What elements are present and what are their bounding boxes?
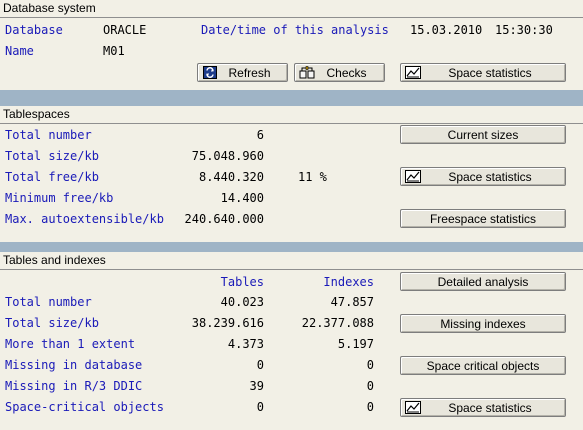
ti-indexes-missing-in-ddic: 0 <box>366 379 374 393</box>
freespace-statistics-button[interactable]: Freespace statistics <box>400 209 566 228</box>
date-value: 15.03.2010 <box>410 23 483 37</box>
tablespaces-title: Tablespaces <box>0 106 90 123</box>
current-sizes-button[interactable]: Current sizes <box>400 125 566 144</box>
ti-tables-more-than-one-extent: 4.373 <box>227 337 264 351</box>
ti-label-total-number: Total number <box>5 295 92 309</box>
statistics-chart-icon <box>405 170 421 183</box>
checks-icon <box>299 66 315 79</box>
ts-free-percent: 11 % <box>298 170 327 184</box>
database-system-title: Database system <box>0 0 116 17</box>
section-gap <box>0 90 583 96</box>
database-value: ORACLE <box>103 23 147 37</box>
space-statistics-button-label: Space statistics <box>448 169 532 184</box>
checks-button-label: Checks <box>326 65 367 80</box>
time-value: 15:30:30 <box>495 23 553 37</box>
ti-indexes-space-critical: 0 <box>366 400 374 414</box>
name-value: M01 <box>103 44 125 58</box>
ti-indexes-more-than-one-extent: 5.197 <box>337 337 374 351</box>
space-statistics-button-db[interactable]: Space statistics <box>400 63 566 82</box>
panel-divider <box>0 269 583 270</box>
statistics-chart-icon <box>405 401 421 414</box>
section-gap <box>0 242 583 252</box>
ti-tables-space-critical: 0 <box>256 400 264 414</box>
col-header-indexes: Indexes <box>323 275 374 289</box>
ts-value-total-size: 75.048.960 <box>191 149 264 163</box>
missing-indexes-button-label: Missing indexes <box>440 316 526 331</box>
name-label: Name <box>5 44 34 58</box>
space-statistics-button-ts[interactable]: Space statistics <box>400 167 566 186</box>
ts-value-total-free: 8.440.320 <box>198 170 264 184</box>
space-statistics-button-ti[interactable]: Space statistics <box>400 398 566 417</box>
space-critical-objects-button[interactable]: Space critical objects <box>400 356 566 375</box>
ti-tables-missing-in-ddic: 39 <box>249 379 264 393</box>
ti-label-more-than-one-extent: More than 1 extent <box>5 337 136 351</box>
ti-label-missing-in-database: Missing in database <box>5 358 143 372</box>
ti-tables-missing-in-database: 0 <box>256 358 264 372</box>
space-statistics-button-label: Space statistics <box>448 65 532 80</box>
database-system-panel: Database system Database ORACLE Date/tim… <box>0 0 583 90</box>
ts-value-max-autoextensible: 240.640.000 <box>184 212 264 226</box>
ts-label-max-autoextensible: Max. autoextensible/kb <box>5 212 164 226</box>
ts-label-total-size: Total size/kb <box>5 149 99 163</box>
ts-value-total-number: 6 <box>256 128 264 142</box>
checks-button[interactable]: Checks <box>294 63 385 82</box>
tables-indexes-panel: Tables and indexes Tables Indexes Total … <box>0 252 583 430</box>
refresh-button-label: Refresh <box>228 65 271 80</box>
ti-tables-total-number: 40.023 <box>220 295 264 309</box>
ti-label-space-critical: Space-critical objects <box>5 400 164 414</box>
panel-divider <box>0 123 583 124</box>
refresh-icon <box>202 66 218 79</box>
space-statistics-button-label: Space statistics <box>448 400 532 415</box>
current-sizes-button-label: Current sizes <box>447 127 519 142</box>
ts-label-minimum-free: Minimum free/kb <box>5 191 114 205</box>
col-header-tables: Tables <box>220 275 264 289</box>
ti-label-missing-in-ddic: Missing in R/3 DDIC <box>5 379 143 393</box>
ti-indexes-missing-in-database: 0 <box>366 358 374 372</box>
refresh-button[interactable]: Refresh <box>197 63 288 82</box>
panel-divider <box>0 17 583 18</box>
detailed-analysis-button[interactable]: Detailed analysis <box>400 272 566 291</box>
ts-label-total-free: Total free/kb <box>5 170 99 184</box>
ti-indexes-total-number: 47.857 <box>330 295 374 309</box>
missing-indexes-button[interactable]: Missing indexes <box>400 314 566 333</box>
ti-tables-total-size: 38.239.616 <box>191 316 264 330</box>
freespace-statistics-button-label: Freespace statistics <box>429 211 537 226</box>
statistics-chart-icon <box>405 66 421 79</box>
ti-label-total-size: Total size/kb <box>5 316 99 330</box>
space-critical-objects-button-label: Space critical objects <box>426 358 540 373</box>
detailed-analysis-button-label: Detailed analysis <box>437 274 529 289</box>
ts-label-total-number: Total number <box>5 128 92 142</box>
tablespaces-panel: Tablespaces Total number 6 Total size/kb… <box>0 106 583 242</box>
tables-indexes-title: Tables and indexes <box>0 252 126 269</box>
datetime-label: Date/time of this analysis <box>201 23 389 37</box>
ti-indexes-total-size: 22.377.088 <box>301 316 374 330</box>
ts-value-minimum-free: 14.400 <box>220 191 264 205</box>
database-label: Database <box>5 23 63 37</box>
